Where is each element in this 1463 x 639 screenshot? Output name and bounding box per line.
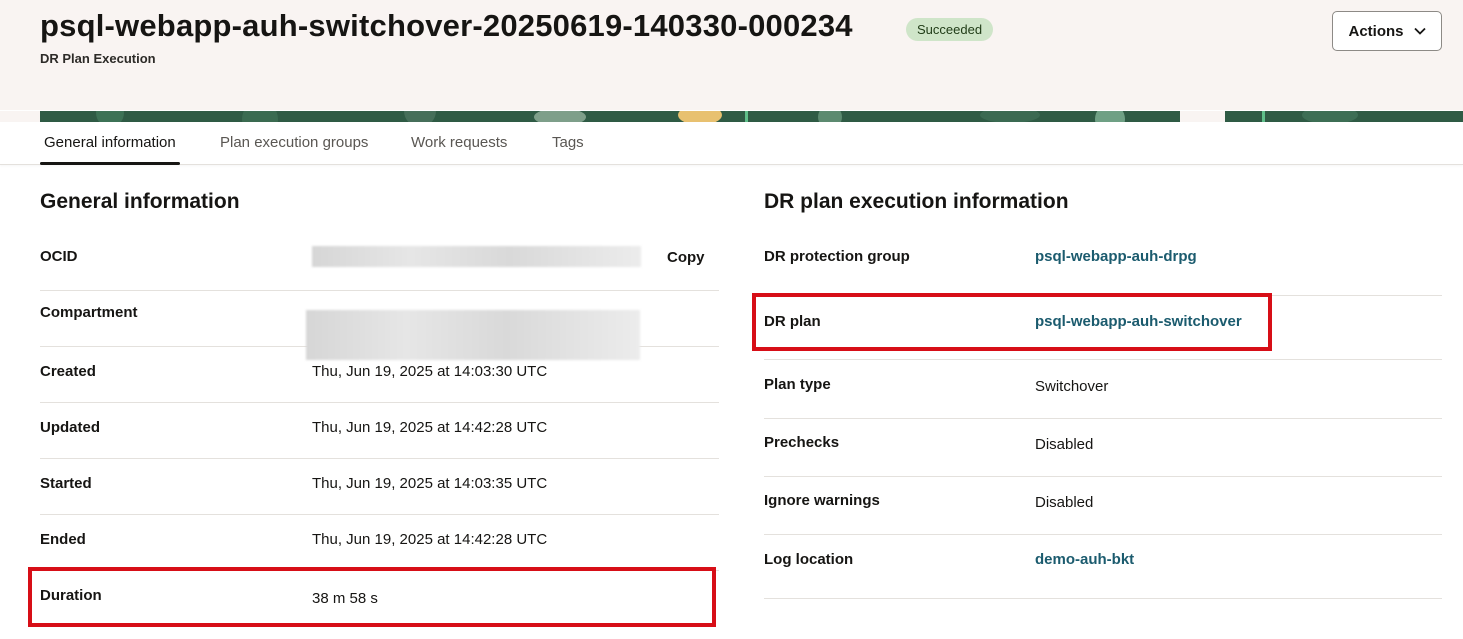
copy-ocid-link[interactable]: Copy <box>667 249 705 266</box>
updated-label: Updated <box>40 419 100 436</box>
tab-tags[interactable]: Tags <box>552 122 584 164</box>
dr-protection-group-row: DR protection group psql-webapp-auh-drpg <box>764 234 1442 296</box>
updated-row: Updated Thu, Jun 19, 2025 at 14:42:28 UT… <box>40 403 719 459</box>
prechecks-row: Prechecks Disabled <box>764 419 1442 477</box>
ended-value: Thu, Jun 19, 2025 at 14:42:28 UTC <box>312 531 548 548</box>
dr-plan-row: DR plan psql-webapp-auh-switchover <box>764 296 1442 360</box>
dr-plan-link[interactable]: psql-webapp-auh-switchover <box>1035 313 1242 330</box>
prechecks-label: Prechecks <box>764 434 840 451</box>
tab-bar: General information Plan execution group… <box>0 122 1463 165</box>
compartment-label: Compartment <box>40 304 138 321</box>
log-location-row: Log location demo-auh-bkt <box>764 535 1442 599</box>
created-value: Thu, Jun 19, 2025 at 14:03:30 UTC <box>312 363 548 380</box>
tab-general-information[interactable]: General information <box>40 122 180 165</box>
duration-value: 38 m 58 s <box>312 590 378 607</box>
plan-type-label: Plan type <box>764 376 831 393</box>
created-row: Created Thu, Jun 19, 2025 at 14:03:30 UT… <box>40 347 719 403</box>
started-value: Thu, Jun 19, 2025 at 14:03:35 UTC <box>312 475 548 492</box>
ocid-value-redacted <box>312 246 641 267</box>
general-information-heading: General information <box>40 190 240 213</box>
dr-plan-execution-information-heading: DR plan execution information <box>764 190 1069 213</box>
compartment-row: Compartment <box>40 290 719 360</box>
tab-work-requests[interactable]: Work requests <box>411 122 507 164</box>
page-header: psql-webapp-auh-switchover-20250619-1403… <box>0 0 1463 110</box>
ended-label: Ended <box>40 531 86 548</box>
duration-label: Duration <box>40 587 102 604</box>
actions-button-label: Actions <box>1348 22 1404 40</box>
updated-value: Thu, Jun 19, 2025 at 14:42:28 UTC <box>312 419 548 436</box>
page-title: psql-webapp-auh-switchover-20250619-1403… <box>40 8 853 43</box>
log-location-link[interactable]: demo-auh-bkt <box>1035 551 1134 568</box>
tab-plan-execution-groups[interactable]: Plan execution groups <box>220 122 368 164</box>
dr-protection-group-label: DR protection group <box>764 248 910 265</box>
dr-plan-label: DR plan <box>764 313 821 330</box>
plan-type-value: Switchover <box>1035 378 1109 395</box>
actions-button[interactable]: Actions <box>1332 11 1442 51</box>
ended-row: Ended Thu, Jun 19, 2025 at 14:42:28 UTC <box>40 515 719 571</box>
started-label: Started <box>40 475 92 492</box>
ignore-warnings-label: Ignore warnings <box>764 492 880 509</box>
ocid-row: OCID Copy <box>40 234 719 291</box>
plan-type-row: Plan type Switchover <box>764 360 1442 419</box>
chevron-down-icon <box>1413 27 1426 35</box>
started-row: Started Thu, Jun 19, 2025 at 14:03:35 UT… <box>40 459 719 515</box>
created-label: Created <box>40 363 96 380</box>
resource-type-label: DR Plan Execution <box>40 51 156 66</box>
log-location-label: Log location <box>764 551 854 568</box>
ocid-label: OCID <box>40 248 78 265</box>
dr-protection-group-link[interactable]: psql-webapp-auh-drpg <box>1035 248 1197 265</box>
prechecks-value: Disabled <box>1035 436 1094 453</box>
ignore-warnings-value: Disabled <box>1035 494 1094 511</box>
decorative-banner <box>0 110 1463 122</box>
status-badge: Succeeded <box>906 18 994 41</box>
ignore-warnings-row: Ignore warnings Disabled <box>764 477 1442 535</box>
duration-row: Duration 38 m 58 s <box>40 571 719 626</box>
